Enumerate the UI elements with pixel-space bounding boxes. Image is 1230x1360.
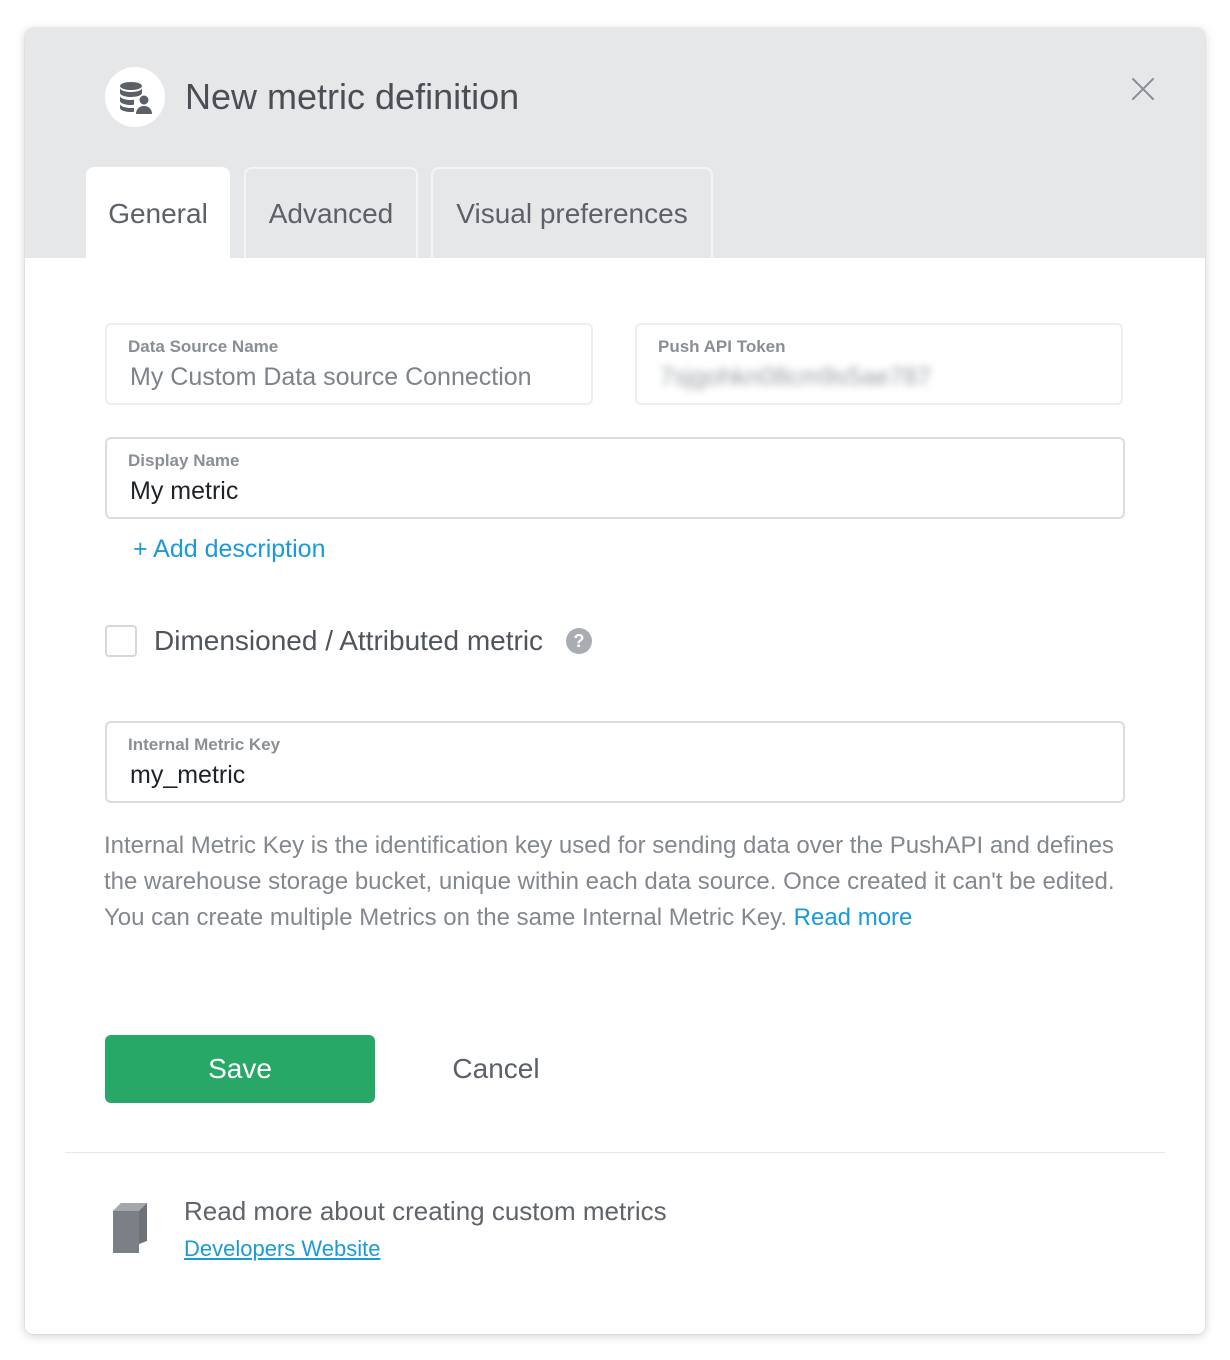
save-button[interactable]: Save [105, 1035, 375, 1103]
push-api-token-label: Push API Token [658, 337, 786, 356]
modal-title: New metric definition [185, 76, 520, 117]
help-text: Internal Metric Key is the identificatio… [104, 832, 1115, 931]
data-source-name-label: Data Source Name [128, 337, 279, 356]
question-circle-icon[interactable]: ? [566, 628, 592, 654]
push-api-token-value: 7sjgohkn08cm9s5ae787 [660, 363, 932, 391]
data-source-name-field: Data Source Name My Custom Data source C… [105, 323, 593, 405]
internal-metric-key-label: Internal Metric Key [128, 735, 281, 754]
modal-header: New metric definition General Advanced V… [25, 28, 1205, 258]
footer-text: Read more about creating custom metrics [184, 1196, 667, 1226]
tab-general[interactable]: General [86, 167, 230, 258]
internal-metric-key-input[interactable]: my_metric [130, 761, 245, 790]
internal-metric-key-help: Internal Metric Key is the identificatio… [104, 828, 1124, 936]
read-more-link[interactable]: Read more [794, 904, 913, 931]
display-name-input[interactable]: My metric [130, 477, 238, 506]
tab-advanced[interactable]: Advanced [244, 167, 418, 258]
internal-metric-key-field[interactable]: Internal Metric Key my_metric [105, 721, 1125, 803]
push-api-token-field: Push API Token 7sjgohkn08cm9s5ae787 [635, 323, 1123, 405]
display-name-label: Display Name [128, 451, 240, 470]
close-icon[interactable] [1129, 75, 1157, 103]
data-source-name-value: My Custom Data source Connection [130, 363, 532, 391]
cancel-button[interactable]: Cancel [435, 1035, 557, 1103]
book-icon [111, 1203, 147, 1258]
tab-visual-preferences[interactable]: Visual preferences [431, 167, 713, 258]
metric-definition-modal: New metric definition General Advanced V… [25, 28, 1205, 1334]
dimensioned-label: Dimensioned / Attributed metric [154, 625, 544, 656]
display-name-field[interactable]: Display Name My metric [105, 437, 1125, 519]
dimensioned-checkbox[interactable] [105, 625, 137, 657]
database-user-icon [105, 67, 165, 127]
footer-divider [65, 1152, 1165, 1153]
developers-website-link[interactable]: Developers Website [184, 1236, 380, 1262]
add-description-link[interactable]: + Add description [133, 535, 326, 564]
